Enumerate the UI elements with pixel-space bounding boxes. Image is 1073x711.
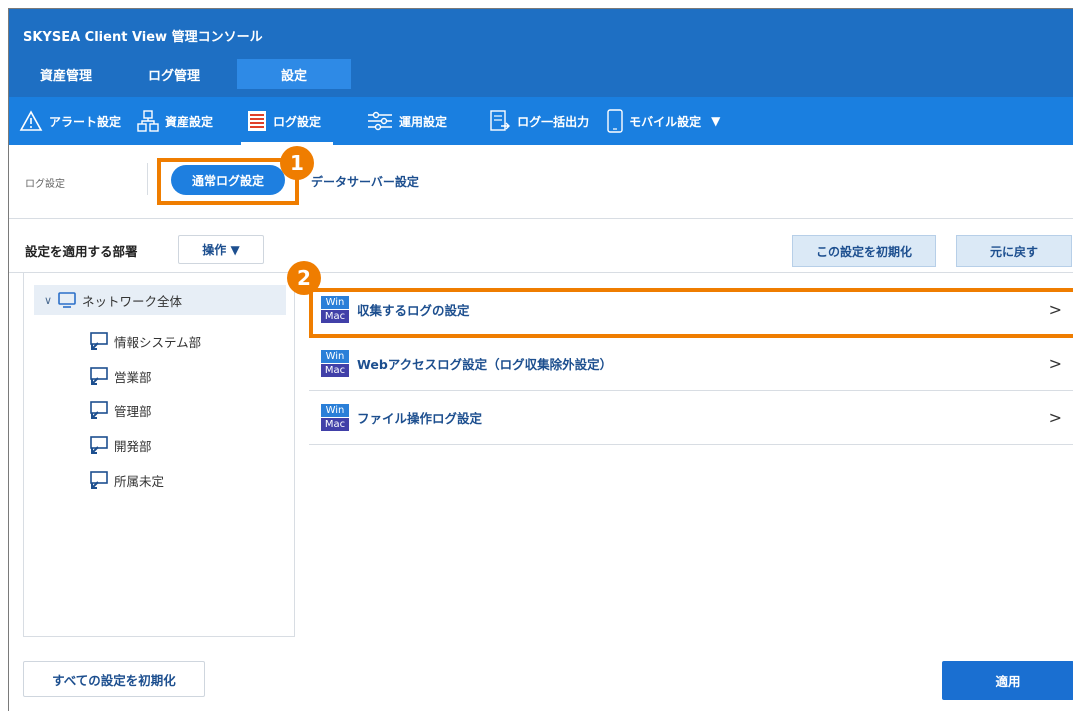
department-icon <box>90 436 108 454</box>
callout-badge-2: 2 <box>287 261 321 295</box>
tree-node-development[interactable]: 開発部 <box>90 435 152 455</box>
app-title: SKYSEA Client View 管理コンソール <box>23 30 263 45</box>
settings-toolbar: アラート設定 資産設定 ログ設定 運用設定 ログ一括出力 モバイル設定 ▼ <box>9 97 1073 145</box>
menu-bulk-log-export-label: ログ一括出力 <box>517 114 590 129</box>
tree-node-administration[interactable]: 管理部 <box>90 400 152 420</box>
undo-button[interactable]: 元に戻す <box>956 235 1072 267</box>
menu-asset-settings-label: 資産設定 <box>165 114 214 129</box>
callout-badge-1: 1 <box>280 146 314 180</box>
tab-data-server-settings[interactable]: データサーバー設定 <box>311 173 419 190</box>
tree-node-unassigned[interactable]: 所属未定 <box>90 470 164 490</box>
highlight-box-2 <box>309 288 1073 338</box>
menu-alert-settings[interactable]: アラート設定 <box>19 97 121 145</box>
hierarchy-icon <box>137 110 159 132</box>
tree-root-network[interactable]: ∨ ネットワーク全体 <box>34 285 286 315</box>
tree-root-label: ネットワーク全体 <box>82 293 183 309</box>
sliders-icon <box>368 111 393 131</box>
breadcrumb: ログ設定 通常ログ設定 データサーバー設定 <box>9 145 1073 219</box>
menu-mobile-settings-label: モバイル設定 <box>629 114 702 129</box>
win-badge: Win <box>321 404 349 417</box>
chevron-right-icon: > <box>1048 354 1062 373</box>
tree-node-sales[interactable]: 営業部 <box>90 366 152 386</box>
reset-all-settings-button[interactable]: すべての設定を初期化 <box>23 661 205 697</box>
department-icon <box>90 367 108 385</box>
chevron-right-icon: > <box>1048 408 1062 427</box>
setting-row-label: ファイル操作ログ設定 <box>357 411 483 426</box>
breadcrumb-label: ログ設定 <box>25 179 65 190</box>
menu-mobile-settings[interactable]: モバイル設定 ▼ <box>607 97 720 145</box>
mobile-icon <box>607 109 623 133</box>
log-sheet-icon <box>248 111 267 131</box>
tab-log-management[interactable]: ログ管理 <box>117 59 231 89</box>
setting-row-label: Webアクセスログ設定（ログ収集除外設定） <box>357 357 613 372</box>
tab-asset-management[interactable]: 資産管理 <box>15 59 117 89</box>
menu-asset-settings[interactable]: 資産設定 <box>137 97 213 145</box>
highlight-box-1 <box>157 158 299 205</box>
operation-dropdown[interactable]: 操作 ▼ <box>178 235 264 264</box>
mac-badge: Mac <box>321 418 349 431</box>
department-heading: 設定を適用する部署 <box>25 244 138 259</box>
chevron-down-icon[interactable]: ∨ <box>38 294 58 307</box>
menu-bulk-log-export[interactable]: ログ一括出力 <box>489 97 589 145</box>
menu-operation-settings[interactable]: 運用設定 <box>367 97 447 145</box>
monitor-icon <box>58 292 76 308</box>
setting-row-file-operation-log[interactable]: Win Mac ファイル操作ログ設定 > <box>309 391 1073 445</box>
tree-node-info-systems[interactable]: 情報システム部 <box>90 331 201 351</box>
apply-button[interactable]: 適用 <box>942 661 1073 700</box>
mac-badge: Mac <box>321 364 349 377</box>
header: SKYSEA Client View 管理コンソール 資産管理 ログ管理 設定 <box>9 9 1073 97</box>
tree-node-label: 営業部 <box>114 369 152 385</box>
tab-settings[interactable]: 設定 <box>237 59 351 89</box>
department-icon <box>90 401 108 419</box>
tree-node-label: 開発部 <box>114 438 152 454</box>
os-badge: Win Mac <box>321 350 349 377</box>
os-badge: Win Mac <box>321 404 349 431</box>
department-icon <box>90 471 108 489</box>
department-icon <box>90 332 108 350</box>
breadcrumb-divider <box>147 163 148 195</box>
department-tree: ∨ ネットワーク全体 情報システム部 営業部 管理部 開発部 所属未定 <box>23 273 295 637</box>
alert-triangle-icon <box>19 110 43 131</box>
reset-setting-button[interactable]: この設定を初期化 <box>792 235 936 267</box>
main-tabs: 資産管理 ログ管理 設定 <box>9 59 351 97</box>
tree-node-label: 所属未定 <box>114 473 165 489</box>
setting-row-web-access-log[interactable]: Win Mac Webアクセスログ設定（ログ収集除外設定） > <box>309 337 1073 391</box>
tree-node-label: 管理部 <box>114 403 152 419</box>
win-badge: Win <box>321 350 349 363</box>
menu-alert-settings-label: アラート設定 <box>49 114 122 129</box>
caret-down-icon[interactable]: ▼ <box>711 114 720 128</box>
menu-log-settings[interactable]: ログ設定 <box>241 97 334 145</box>
action-row: 設定を適用する部署 操作 ▼ この設定を初期化 元に戻す <box>9 219 1073 273</box>
app-window: SKYSEA Client View 管理コンソール 資産管理 ログ管理 設定 … <box>8 8 1073 711</box>
tree-node-label: 情報システム部 <box>114 334 202 350</box>
menu-operation-settings-label: 運用設定 <box>399 114 448 129</box>
export-icon <box>490 110 511 131</box>
menu-log-settings-label: ログ設定 <box>273 114 322 129</box>
